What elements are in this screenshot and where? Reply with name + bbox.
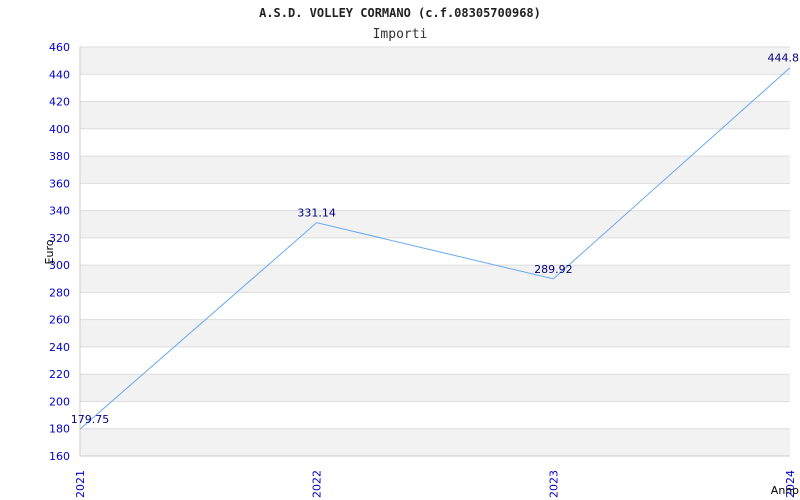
- chart-title: A.S.D. VOLLEY CORMANO (c.f.08305700968): [259, 6, 541, 20]
- y-tick-label: 360: [49, 177, 70, 190]
- y-tick-label: 260: [49, 314, 70, 327]
- x-tick-label: 2021: [74, 470, 87, 498]
- grid-band: [80, 156, 790, 184]
- y-tick-label: 160: [49, 450, 70, 463]
- y-tick-label: 460: [49, 41, 70, 54]
- y-tick-label: 240: [49, 341, 70, 354]
- y-tick-label: 280: [49, 286, 70, 299]
- grid-band: [80, 319, 790, 347]
- x-axis-label: Anno: [771, 484, 799, 497]
- grid-band: [80, 265, 790, 293]
- data-label: 444.8: [768, 52, 800, 65]
- data-label: 179.75: [71, 413, 110, 426]
- chart-subtitle: Importi: [373, 27, 428, 42]
- grid-band: [80, 101, 790, 129]
- y-tick-label: 380: [49, 150, 70, 163]
- y-axis-label: Euro: [43, 239, 56, 264]
- data-label: 331.14: [297, 207, 336, 220]
- y-tick-label: 340: [49, 205, 70, 218]
- grid-band: [80, 210, 790, 238]
- y-tick-label: 440: [49, 68, 70, 81]
- y-tick-label: 200: [49, 395, 70, 408]
- grid-band: [80, 47, 790, 75]
- grid-band: [80, 374, 790, 402]
- y-tick-label: 220: [49, 368, 70, 381]
- grid-band: [80, 428, 790, 456]
- x-tick-label: 2023: [547, 470, 560, 498]
- y-tick-label: 180: [49, 423, 70, 436]
- y-tick-label: 420: [49, 96, 70, 109]
- grid-bands: [80, 47, 790, 456]
- data-label: 289.92: [534, 263, 573, 276]
- line-chart: A.S.D. VOLLEY CORMANO (c.f.08305700968) …: [43, 6, 800, 498]
- y-tick-label: 400: [49, 123, 70, 136]
- x-tick-labels: 2021 2022 2023 2024: [74, 470, 797, 498]
- x-tick-label: 2022: [311, 470, 324, 498]
